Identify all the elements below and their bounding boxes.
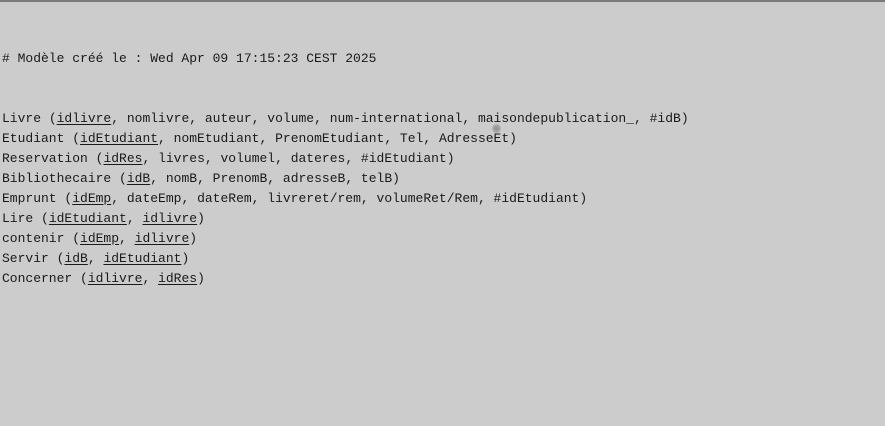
relation-name: Servir xyxy=(2,251,49,266)
relation-line-lire: Lire (idEtudiant, idlivre) xyxy=(2,211,205,226)
attribute: volume xyxy=(267,111,315,126)
mouse-cursor-icon xyxy=(492,124,501,133)
relation-name: Livre xyxy=(2,111,42,126)
attribute: AdresseEt xyxy=(438,131,510,146)
relation-name: Emprunt xyxy=(2,191,57,206)
attribute: #idEtudiant xyxy=(360,151,447,166)
primary-key-attribute: idRes xyxy=(103,151,143,166)
primary-key-attribute: idEtudiant xyxy=(103,251,182,266)
primary-key-attribute: idlivre xyxy=(142,211,198,226)
primary-key-attribute: idB xyxy=(64,251,88,266)
attribute: Tel xyxy=(399,131,424,146)
attribute: volumel xyxy=(220,151,276,166)
relation-line-emprunt: Emprunt (idEmp, dateEmp, dateRem, livrer… xyxy=(2,191,588,206)
attribute: livreret/rem xyxy=(267,191,361,206)
relation-line-servir: Servir (idB, idEtudiant) xyxy=(2,251,190,266)
attribute: dateRem xyxy=(197,191,252,206)
attribute: dateres xyxy=(290,151,346,166)
primary-key-attribute: idEtudiant xyxy=(48,211,127,226)
relation-name: Etudiant xyxy=(2,131,65,146)
window-top-border xyxy=(0,0,885,2)
attribute: nomlivre xyxy=(126,111,190,126)
relation-line-reservation: Reservation (idRes, livres, volumel, dat… xyxy=(2,151,455,166)
relation-line-etudiant: Etudiant (idEtudiant, nomEtudiant, Preno… xyxy=(2,131,517,146)
attribute: #idB xyxy=(649,111,681,126)
relation-name: contenir xyxy=(2,231,65,246)
attribute: nomB xyxy=(165,171,198,186)
text-editor-area[interactable]: # Modèle créé le : Wed Apr 09 17:15:23 C… xyxy=(2,9,689,309)
attribute: dateEmp xyxy=(126,191,182,206)
relation-name: Reservation xyxy=(2,151,88,166)
attribute: #idEtudiant xyxy=(493,191,580,206)
relation-line-contenir: contenir (idEmp, idlivre) xyxy=(2,231,198,246)
attribute: volumeRet/Rem xyxy=(376,191,478,206)
primary-key-attribute: idlivre xyxy=(87,271,143,286)
primary-key-attribute: idB xyxy=(126,171,151,186)
primary-key-attribute: idlivre xyxy=(134,231,190,246)
attribute: adresseB xyxy=(282,171,346,186)
relation-line-bibliothecaire: Bibliothecaire (idB, nomB, PrenomB, adre… xyxy=(2,171,400,186)
relation-name: Lire xyxy=(2,211,34,226)
primary-key-attribute: idEmp xyxy=(72,191,112,206)
primary-key-attribute: idEtudiant xyxy=(80,131,159,146)
attribute: telB xyxy=(360,171,393,186)
relation-line-concerner: Concerner (idlivre, idRes) xyxy=(2,271,205,286)
comment-line: # Modèle créé le : Wed Apr 09 17:15:23 C… xyxy=(2,51,377,66)
relations-list: Livre (idlivre, nomlivre, auteur, volume… xyxy=(2,109,689,289)
attribute: PrenomB xyxy=(212,171,268,186)
attribute: auteur xyxy=(204,111,252,126)
attribute: nomEtudiant xyxy=(173,131,260,146)
attribute: PrenomEtudiant xyxy=(275,131,385,146)
attribute: num-international xyxy=(329,111,463,126)
relation-name: Concerner xyxy=(2,271,73,286)
relation-name: Bibliothecaire xyxy=(2,171,112,186)
attribute: maisondepublication_ xyxy=(477,111,634,126)
relation-line-livre: Livre (idlivre, nomlivre, auteur, volume… xyxy=(2,111,689,126)
primary-key-attribute: idRes xyxy=(158,271,198,286)
primary-key-attribute: idEmp xyxy=(80,231,120,246)
attribute: livres xyxy=(158,151,205,166)
primary-key-attribute: idlivre xyxy=(56,111,112,126)
